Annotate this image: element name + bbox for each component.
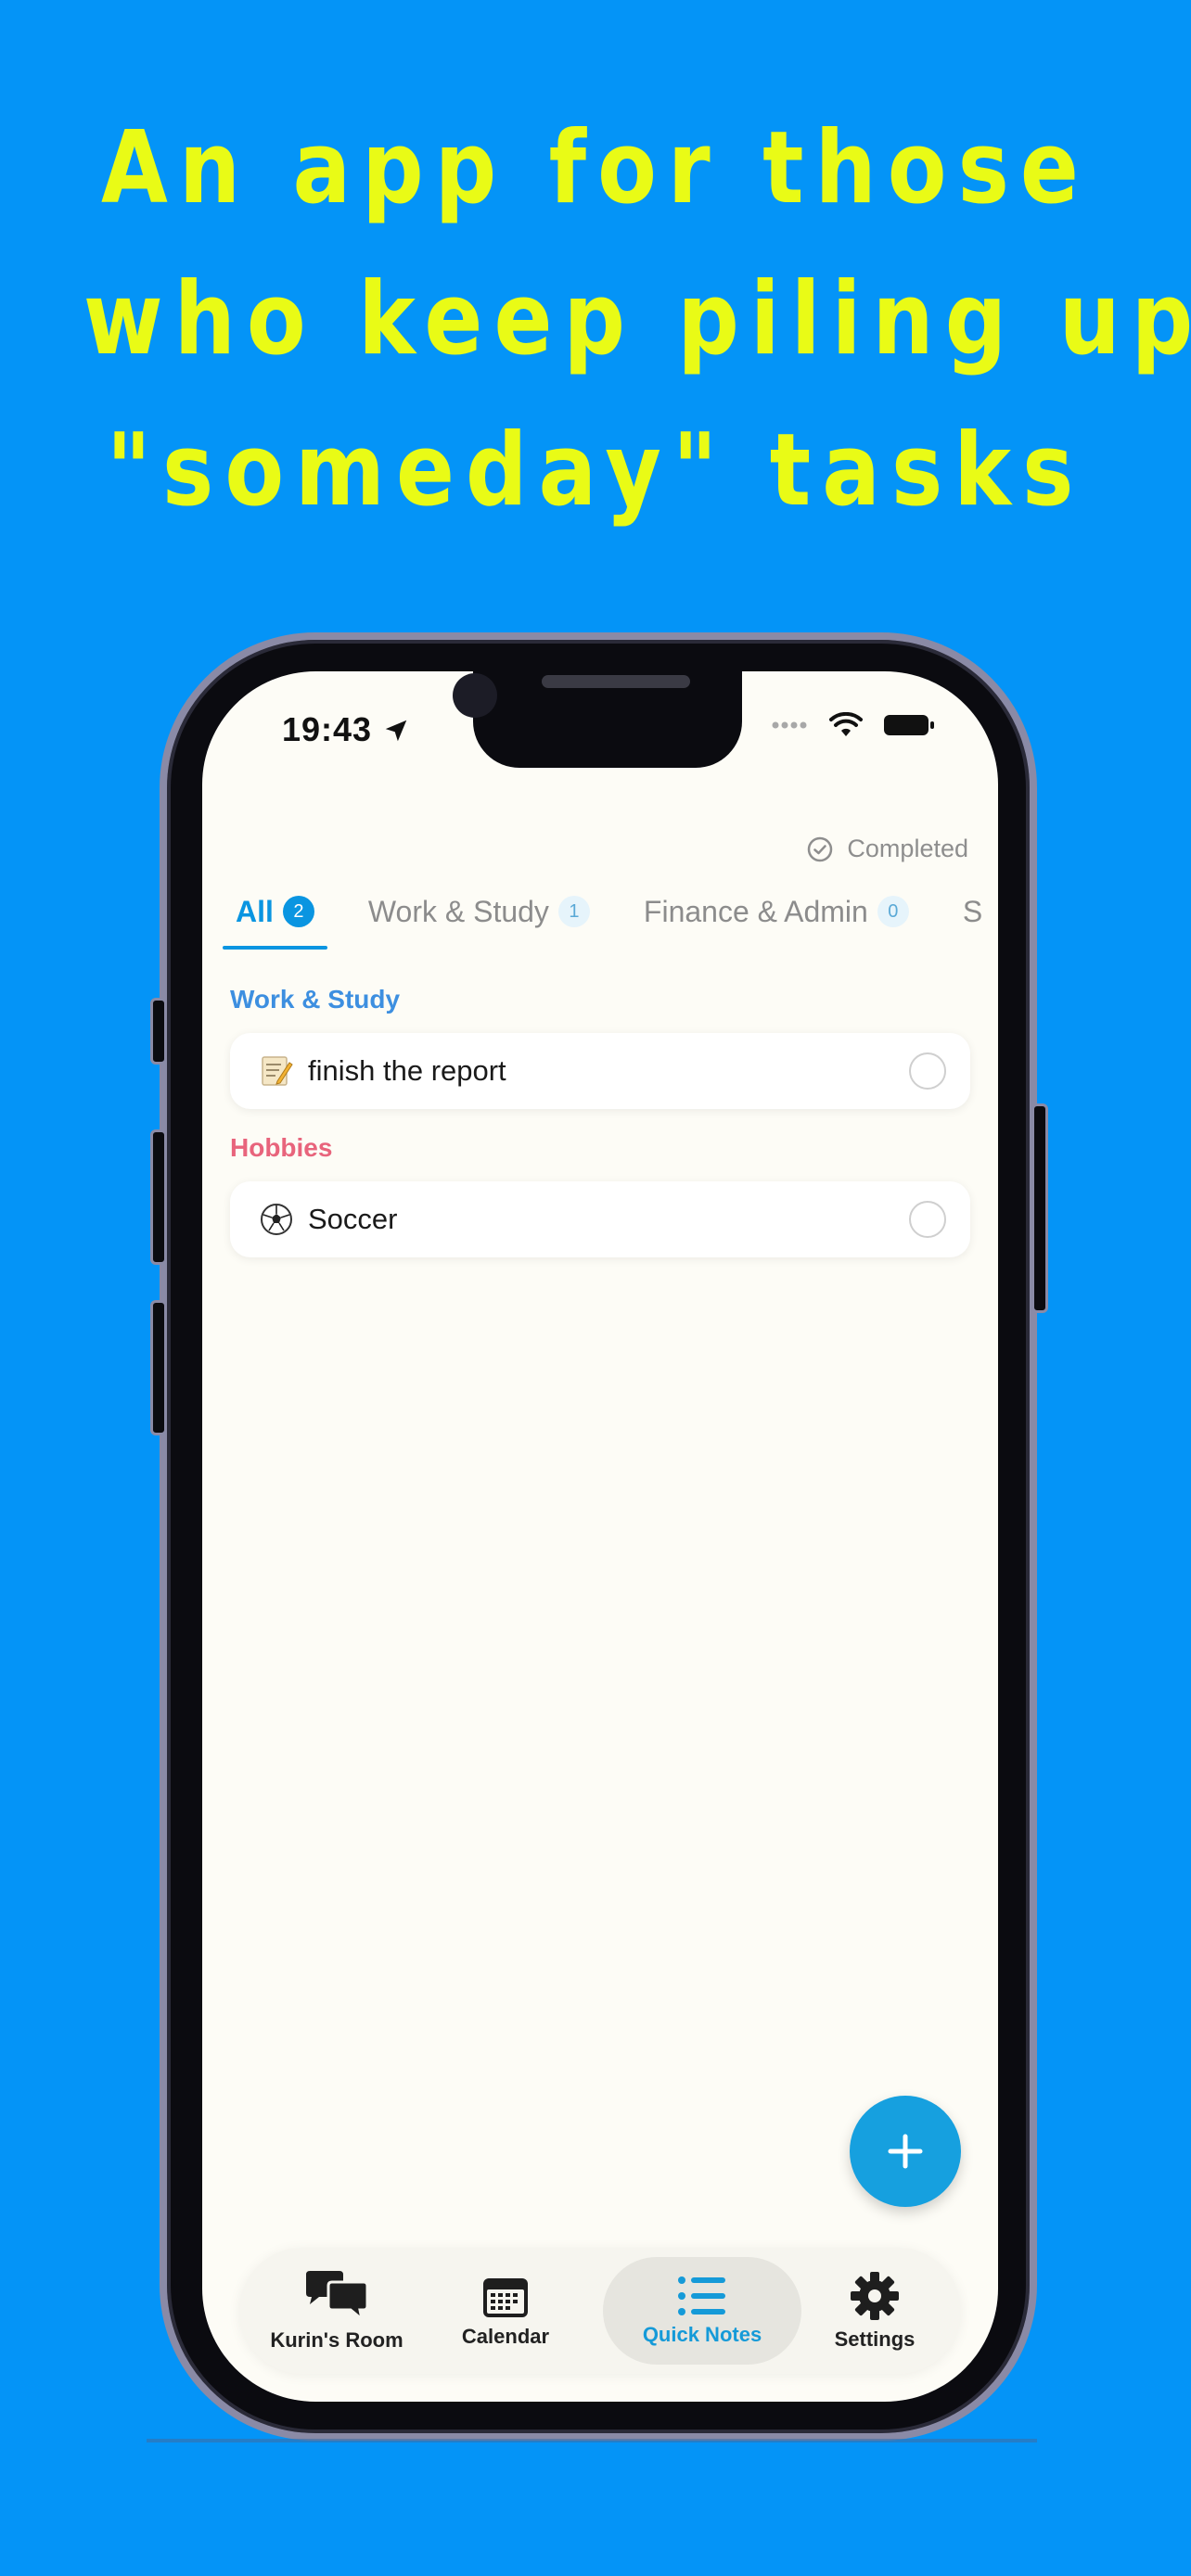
selfie-camera-icon: [453, 673, 497, 718]
bottom-nav: Kurin's Room Calendar Quick Notes Settin…: [239, 2248, 961, 2374]
battery-icon: [884, 715, 934, 735]
chat-bubbles-icon: [306, 2271, 369, 2323]
task-complete-checkbox[interactable]: [909, 1052, 946, 1090]
task-item[interactable]: Soccer: [230, 1181, 970, 1257]
nav-label: Quick Notes: [642, 2323, 762, 2346]
section-title-hobbies: Hobbies: [230, 1133, 333, 1162]
task-label: Soccer: [308, 1203, 398, 1235]
list-icon: [678, 2276, 725, 2315]
tab-label: All: [236, 894, 274, 928]
mute-switch: [150, 998, 167, 1065]
tab-label: S: [962, 894, 983, 928]
tab-count-badge: 1: [557, 896, 590, 927]
task-complete-checkbox[interactable]: [909, 1201, 946, 1238]
add-task-button[interactable]: [850, 2096, 961, 2207]
tab-count-badge: 0: [877, 896, 909, 927]
power-button: [1031, 1103, 1048, 1313]
nav-calendar[interactable]: Calendar: [445, 2257, 566, 2365]
status-time-text: 19:43: [282, 710, 373, 748]
memo-icon: [256, 1053, 297, 1089]
tab-label: Finance & Admin: [643, 894, 868, 928]
tab-finance-admin[interactable]: Finance & Admin 0: [631, 886, 922, 942]
calendar-icon: [483, 2278, 528, 2317]
tab-all[interactable]: All 2: [223, 886, 327, 950]
volume-up-button: [150, 1129, 167, 1265]
check-circle-icon: [808, 836, 833, 861]
promo-headline: An app for those who keep piling up "som…: [83, 93, 1191, 546]
nav-settings[interactable]: Settings: [814, 2257, 935, 2365]
task-item[interactable]: finish the report: [230, 1033, 970, 1109]
plus-icon: [888, 2134, 923, 2169]
tab-label: Work & Study: [367, 894, 549, 928]
tab-count-badge: 2: [282, 896, 314, 927]
soccer-ball-icon: [256, 1202, 297, 1237]
app-screen: 19:43 Completed All 2 Work & Study 1 Fin…: [202, 671, 998, 2402]
cellular-dots-icon: [772, 721, 807, 729]
nav-kurins-room[interactable]: Kurin's Room: [267, 2257, 406, 2365]
completed-label: Completed: [847, 835, 968, 862]
tab-work-study[interactable]: Work & Study 1: [355, 886, 603, 942]
location-arrow-icon: [385, 720, 407, 742]
status-icons: [772, 712, 935, 738]
completed-filter-button[interactable]: Completed: [806, 835, 968, 863]
nav-label: Kurin's Room: [270, 2328, 403, 2352]
volume-down-button: [150, 1300, 167, 1435]
nav-label: Calendar: [461, 2325, 550, 2348]
tab-overflow[interactable]: S: [950, 886, 995, 942]
nav-label: Settings: [834, 2327, 916, 2351]
section-title-work-study: Work & Study: [230, 985, 401, 1014]
task-label: finish the report: [308, 1054, 506, 1087]
headline-line-2: who keep piling up: [83, 261, 1191, 377]
wifi-icon: [829, 712, 863, 736]
status-time: 19:43: [282, 710, 410, 749]
headline-line-1: An app for those: [101, 110, 1090, 226]
phone-base-line: [147, 2439, 1037, 2442]
category-tabs: All 2 Work & Study 1 Finance & Admin 0 S: [223, 886, 998, 950]
nav-quick-notes[interactable]: Quick Notes: [603, 2257, 801, 2365]
headline-line-3: "someday" tasks: [106, 413, 1085, 529]
gear-icon: [851, 2272, 899, 2320]
